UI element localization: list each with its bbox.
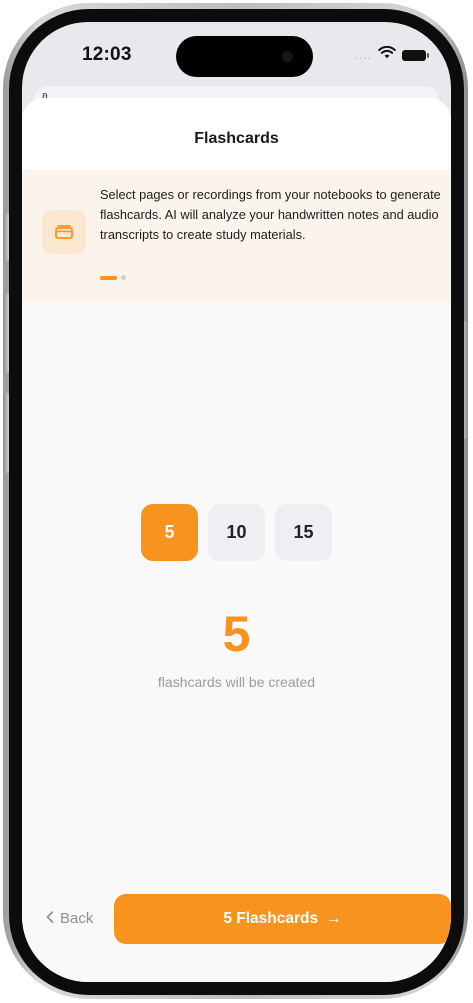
back-label: Back xyxy=(60,910,94,927)
info-banner[interactable]: Select pages or recordings from your not… xyxy=(22,170,451,302)
primary-button-label: 5 Flashcards xyxy=(223,910,319,927)
banner-text: Select pages or recordings from your not… xyxy=(100,187,441,242)
folder-icon xyxy=(42,210,86,254)
count-caption: flashcards will be created xyxy=(157,674,316,690)
count-option-15[interactable]: 15 xyxy=(275,504,332,561)
signal-dots-icon: .... xyxy=(354,48,372,62)
screen: 12:03 .... ʚ Flashcards Select pages or … xyxy=(22,22,451,982)
count-options: 5 10 15 xyxy=(22,504,451,561)
back-button[interactable]: Back xyxy=(46,910,93,927)
arrow-right-icon: → xyxy=(326,910,342,927)
flashcards-sheet: Flashcards Select pages or recordings fr… xyxy=(22,98,451,982)
chevron-left-icon xyxy=(46,910,54,927)
count-option-5[interactable]: 5 xyxy=(141,504,198,561)
page-dot-active[interactable] xyxy=(100,275,117,280)
page-indicator[interactable] xyxy=(100,275,126,280)
page-dot[interactable] xyxy=(121,275,126,280)
sheet-header: Flashcards xyxy=(22,98,451,170)
selected-count: 5 xyxy=(222,606,251,662)
wifi-icon xyxy=(378,45,396,64)
status-icons: .... xyxy=(354,45,429,64)
battery-icon xyxy=(402,49,429,61)
create-flashcards-button[interactable]: 5 Flashcards → xyxy=(114,894,451,944)
page: 12:03 .... ʚ Flashcards Select pages or … xyxy=(0,0,473,1003)
dynamic-island xyxy=(176,36,313,77)
sheet-title: Flashcards xyxy=(194,130,279,147)
camera-icon xyxy=(282,51,293,62)
count-option-10[interactable]: 10 xyxy=(208,504,265,561)
status-time: 12:03 xyxy=(82,44,132,65)
